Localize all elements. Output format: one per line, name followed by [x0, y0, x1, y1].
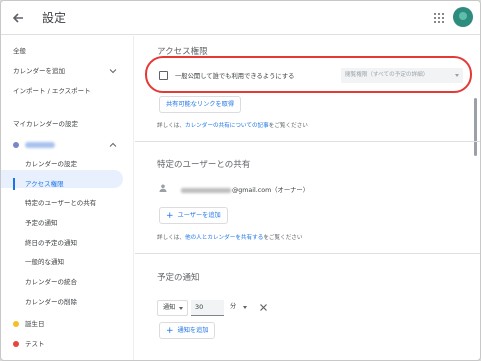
sidebar-item-allday-notifications[interactable]: 終日の予定の通知: [1, 234, 134, 252]
person-icon: [159, 184, 167, 192]
share-help-text: 詳しくは、他の人とカレンダーを共有するをご覧ください: [157, 235, 303, 241]
sidebar-item-access-permissions[interactable]: アクセス権限: [1, 175, 134, 193]
chevron-down-icon: [109, 69, 117, 74]
share-section-title: 特定のユーザーとの共有: [157, 160, 251, 170]
notification-time-input[interactable]: 30: [191, 300, 224, 316]
caret-down-icon: [179, 307, 183, 310]
blurred-email-user: [181, 187, 231, 193]
add-user-button[interactable]: + ユーザーを追加: [159, 207, 228, 224]
sidebar-item-my-calendars: マイカレンダーの設定: [13, 120, 78, 128]
sidebar-item-add-calendar[interactable]: カレンダーを追加: [1, 62, 134, 80]
notification-unit-select[interactable]: 分: [227, 300, 248, 316]
caret-down-icon: [243, 306, 247, 309]
owner-email: @gmail.com（オーナー）: [181, 185, 309, 194]
sidebar-item-general-notifications[interactable]: 一般的な通知: [1, 253, 134, 271]
sidebar-item-calendar-settings[interactable]: カレンダーの設定: [1, 155, 134, 173]
sharing-article-link[interactable]: カレンダーの共有についての記事: [185, 123, 269, 129]
active-indicator: [13, 178, 15, 190]
settings-window: 設定 全般 カレンダーを追加 インポート / エクスポート マイカレンダーの設定: [0, 0, 481, 361]
calendar-color-dot: [13, 142, 19, 148]
share-calendar-link[interactable]: 他の人とカレンダーを共有する: [185, 235, 263, 241]
sidebar-item-general[interactable]: 全般: [1, 42, 134, 60]
page-title: 設定: [42, 11, 67, 25]
app-header: 設定: [1, 1, 480, 35]
highlight-annotation-oval: [145, 56, 472, 93]
notifications-section-title: 予定の通知: [157, 273, 200, 283]
account-avatar[interactable]: [453, 7, 473, 27]
sidebar-item-event-notifications[interactable]: 予定の通知: [1, 214, 134, 232]
blurred-calendar-name: [25, 142, 55, 148]
chevron-up-icon: [109, 142, 117, 147]
back-arrow-icon[interactable]: [10, 10, 26, 26]
sidebar-item-delete-calendar[interactable]: カレンダーの削除: [1, 293, 134, 311]
calendar-color-dot: [13, 321, 19, 327]
add-notification-button[interactable]: + 通知を追加: [159, 322, 216, 339]
sidebar-item-birthdays[interactable]: 誕生日: [1, 315, 134, 333]
sidebar-item-integrate-calendar[interactable]: カレンダーの統合: [1, 273, 134, 291]
calendar-color-dot: [13, 341, 19, 347]
sidebar-item-selected-calendar[interactable]: [1, 136, 134, 154]
settings-main: アクセス権限 一般公開して誰でも利用できるようにする 閲覧権限（すべての予定の詳…: [135, 36, 480, 360]
section-divider: [135, 141, 480, 142]
sidebar-item-import-export[interactable]: インポート / エクスポート: [1, 82, 134, 100]
plus-icon: +: [166, 326, 174, 336]
apps-grid-icon[interactable]: [433, 12, 445, 24]
plus-icon: +: [166, 211, 174, 221]
close-icon[interactable]: [259, 303, 268, 312]
access-help-text: 詳しくは、カレンダーの共有についての記事をご覧ください: [157, 123, 308, 129]
settings-sidebar: 全般 カレンダーを追加 インポート / エクスポート マイカレンダーの設定 カレ…: [1, 36, 134, 360]
sidebar-item-test[interactable]: テスト: [1, 335, 134, 353]
section-divider: [135, 253, 480, 254]
scrollbar-thumb[interactable]: [474, 98, 477, 156]
notification-type-select[interactable]: 通知: [157, 300, 188, 316]
get-share-link-button[interactable]: 共有可能なリンクを取得: [159, 96, 242, 113]
sidebar-item-share-with-users[interactable]: 特定のユーザーとの共有: [1, 194, 134, 212]
